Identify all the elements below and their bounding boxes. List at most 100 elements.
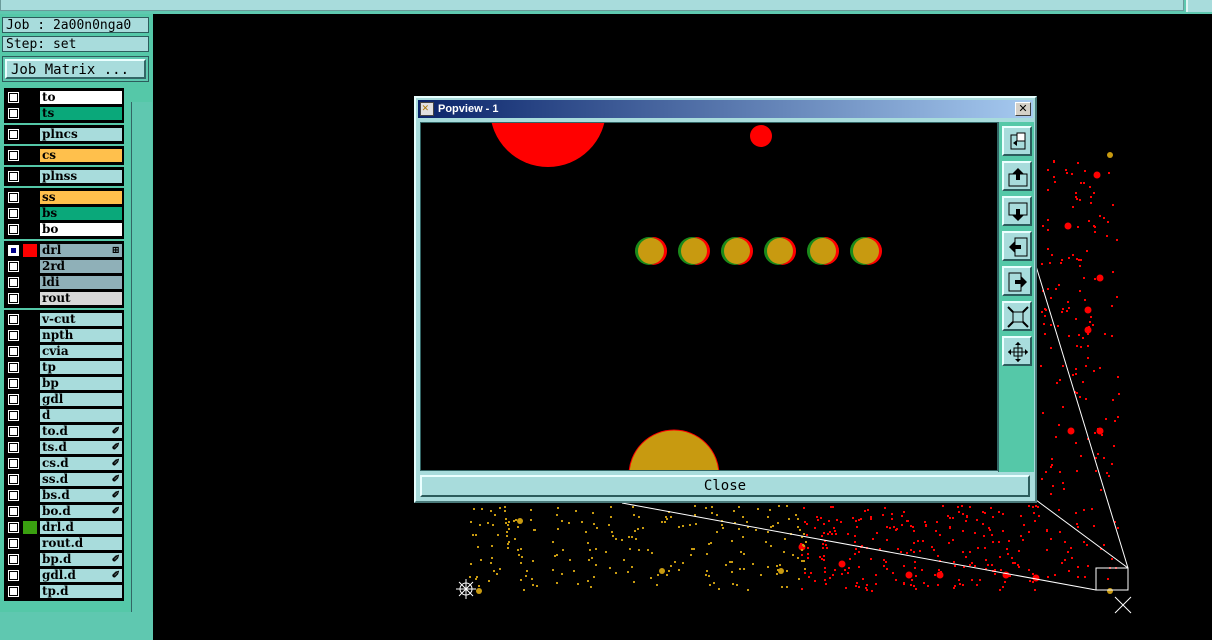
layer-checkbox[interactable] bbox=[8, 208, 19, 219]
layer-color-swatch[interactable] bbox=[23, 441, 37, 454]
zoom-out-icon[interactable] bbox=[1002, 301, 1032, 331]
layer-checkbox[interactable] bbox=[8, 378, 19, 389]
layer-row-to.d[interactable]: to.d ✐ bbox=[6, 424, 124, 439]
layer-color-swatch[interactable] bbox=[23, 505, 37, 518]
layer-row-plncs[interactable]: plncs bbox=[6, 127, 124, 142]
layer-name[interactable]: bp.d ✐ bbox=[40, 553, 122, 566]
layer-color-swatch[interactable] bbox=[23, 425, 37, 438]
layer-color-swatch[interactable] bbox=[23, 223, 37, 236]
layer-checkbox[interactable] bbox=[8, 506, 19, 517]
layer-color-swatch[interactable] bbox=[23, 361, 37, 374]
layer-color-swatch[interactable] bbox=[23, 292, 37, 305]
layer-color-swatch[interactable] bbox=[23, 537, 37, 550]
layer-checkbox[interactable] bbox=[8, 426, 19, 437]
layer-row-tp.d[interactable]: tp.d bbox=[6, 584, 124, 599]
layer-name[interactable]: bs.d ✐ bbox=[40, 489, 122, 502]
layer-name[interactable]: tp bbox=[40, 361, 122, 374]
popview-canvas[interactable] bbox=[420, 122, 998, 471]
layer-checkbox[interactable] bbox=[8, 570, 19, 581]
layer-name[interactable]: ss bbox=[40, 191, 122, 204]
layer-checkbox[interactable] bbox=[8, 474, 19, 485]
layer-list-scrollbar[interactable] bbox=[131, 102, 152, 622]
layer-checkbox[interactable] bbox=[8, 150, 19, 161]
layer-color-swatch[interactable] bbox=[23, 585, 37, 598]
layer-checkbox[interactable] bbox=[8, 92, 19, 103]
layer-row-bp[interactable]: bp bbox=[6, 376, 124, 391]
layer-checkbox[interactable] bbox=[8, 330, 19, 341]
layer-name[interactable]: plncs bbox=[40, 128, 122, 141]
layer-name[interactable]: 2rd bbox=[40, 260, 122, 273]
layer-checkbox[interactable] bbox=[8, 192, 19, 203]
layer-name[interactable]: drl ⊞ bbox=[40, 244, 122, 257]
layer-color-swatch[interactable] bbox=[23, 170, 37, 183]
layer-row-gdl[interactable]: gdl bbox=[6, 392, 124, 407]
layer-row-v-cut[interactable]: v-cut bbox=[6, 312, 124, 327]
layer-row-cvia[interactable]: cvia bbox=[6, 344, 124, 359]
layer-row-ss.d[interactable]: ss.d ✐ bbox=[6, 472, 124, 487]
layer-name[interactable]: to.d ✐ bbox=[40, 425, 122, 438]
layer-name[interactable]: v-cut bbox=[40, 313, 122, 326]
layer-color-swatch[interactable] bbox=[23, 553, 37, 566]
layer-color-swatch[interactable] bbox=[23, 345, 37, 358]
layer-checkbox[interactable] bbox=[8, 245, 19, 256]
pan-right-icon[interactable] bbox=[1002, 266, 1032, 296]
layer-color-swatch[interactable] bbox=[23, 191, 37, 204]
layer-row-ts.d[interactable]: ts.d ✐ bbox=[6, 440, 124, 455]
pan-down-icon[interactable] bbox=[1002, 196, 1032, 226]
layer-name[interactable]: ts bbox=[40, 107, 122, 120]
layer-row-d[interactable]: d bbox=[6, 408, 124, 423]
layer-color-swatch[interactable] bbox=[23, 128, 37, 141]
layer-color-swatch[interactable] bbox=[23, 489, 37, 502]
layer-row-ss[interactable]: ss bbox=[6, 190, 124, 205]
layer-name[interactable]: cvia bbox=[40, 345, 122, 358]
layer-checkbox[interactable] bbox=[8, 129, 19, 140]
layer-checkbox[interactable] bbox=[8, 442, 19, 453]
layer-row-bs.d[interactable]: bs.d ✐ bbox=[6, 488, 124, 503]
layer-name[interactable]: drl.d bbox=[40, 521, 122, 534]
job-matrix-label[interactable]: Job Matrix ... bbox=[5, 59, 146, 79]
layer-color-swatch[interactable] bbox=[23, 91, 37, 104]
layer-name[interactable]: ts.d ✐ bbox=[40, 441, 122, 454]
layer-color-swatch[interactable] bbox=[23, 457, 37, 470]
layer-checkbox[interactable] bbox=[8, 522, 19, 533]
layer-checkbox[interactable] bbox=[8, 458, 19, 469]
layer-color-swatch[interactable] bbox=[23, 207, 37, 220]
layer-color-swatch[interactable] bbox=[23, 313, 37, 326]
layer-row-plnss[interactable]: plnss bbox=[6, 169, 124, 184]
layer-name[interactable]: bs bbox=[40, 207, 122, 220]
layer-row-2rd[interactable]: 2rd bbox=[6, 259, 124, 274]
layer-name[interactable]: bp bbox=[40, 377, 122, 390]
layer-color-swatch[interactable] bbox=[23, 260, 37, 273]
close-button[interactable]: Close bbox=[420, 475, 1030, 497]
layer-row-rout.d[interactable]: rout.d bbox=[6, 536, 124, 551]
layer-checkbox[interactable] bbox=[8, 410, 19, 421]
pan-left-icon[interactable] bbox=[1002, 231, 1032, 261]
layer-color-swatch[interactable] bbox=[23, 107, 37, 120]
layer-color-swatch[interactable] bbox=[23, 377, 37, 390]
popview-titlebar[interactable]: Popview - 1 ✕ bbox=[418, 100, 1033, 118]
layer-name[interactable]: ss.d ✐ bbox=[40, 473, 122, 486]
layer-row-bo[interactable]: bo bbox=[6, 222, 124, 237]
layer-row-drl.d[interactable]: drl.d bbox=[6, 520, 124, 535]
layer-name[interactable]: rout.d bbox=[40, 537, 122, 550]
close-icon[interactable]: ✕ bbox=[1015, 102, 1031, 116]
layer-checkbox[interactable] bbox=[8, 293, 19, 304]
layer-row-bo.d[interactable]: bo.d ✐ bbox=[6, 504, 124, 519]
layer-color-swatch[interactable] bbox=[23, 521, 37, 534]
layer-row-drl[interactable]: drl ⊞ bbox=[6, 243, 124, 258]
layer-row-cs.d[interactable]: cs.d ✐ bbox=[6, 456, 124, 471]
zoom-in-icon[interactable] bbox=[1002, 336, 1032, 366]
layer-row-ts[interactable]: ts bbox=[6, 106, 124, 121]
layer-checkbox[interactable] bbox=[8, 108, 19, 119]
layer-name[interactable]: cs.d ✐ bbox=[40, 457, 122, 470]
layer-checkbox[interactable] bbox=[8, 224, 19, 235]
pan-up-icon[interactable] bbox=[1002, 161, 1032, 191]
layer-checkbox[interactable] bbox=[8, 277, 19, 288]
layer-color-swatch[interactable] bbox=[23, 393, 37, 406]
layer-checkbox[interactable] bbox=[8, 346, 19, 357]
layer-name[interactable]: tp.d bbox=[40, 585, 122, 598]
layer-color-swatch[interactable] bbox=[23, 329, 37, 342]
layer-checkbox[interactable] bbox=[8, 554, 19, 565]
layer-name[interactable]: npth bbox=[40, 329, 122, 342]
layer-checkbox[interactable] bbox=[8, 261, 19, 272]
